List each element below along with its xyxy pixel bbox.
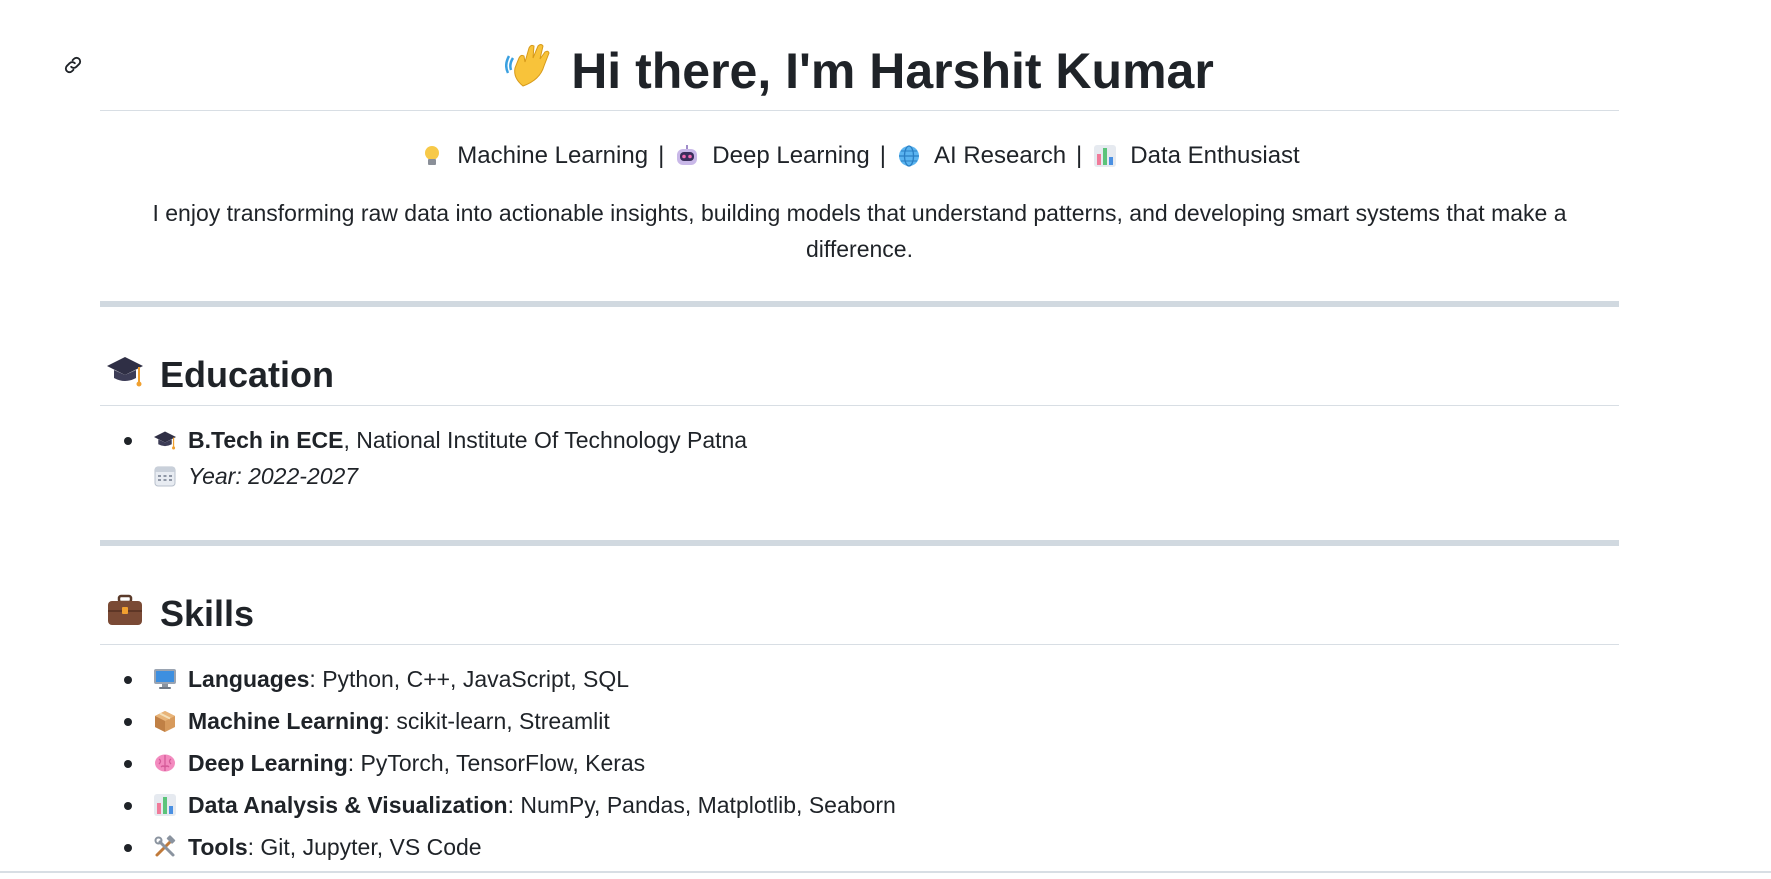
brain-icon (152, 750, 178, 776)
education-list: B.Tech in ECE, National Institute Of Tec… (100, 422, 1619, 494)
tools-icon (152, 834, 178, 860)
list-item: Machine Learning: scikit-learn, Streamli… (100, 703, 1619, 739)
link-icon[interactable] (60, 52, 86, 78)
list-item: Languages: Python, C++, JavaScript, SQL (100, 661, 1619, 697)
list-item: Deep Learning: PyTorch, TensorFlow, Kera… (100, 745, 1619, 781)
robot-icon (674, 143, 700, 169)
skills-heading-text: Skills (160, 593, 255, 634)
bar-chart-icon (1092, 143, 1118, 169)
package-icon (152, 708, 178, 734)
education-heading: Education (100, 345, 1619, 406)
skills-heading: Skills (100, 584, 1619, 645)
tagline-item-dl: Deep Learning | (674, 139, 886, 173)
tagline-item-data: Data Enthusiast (1092, 139, 1300, 173)
readme-content: Hi there, I'm Harshit Kumar Machine Lear… (100, 0, 1619, 871)
list-item: Data Analysis & Visualization: NumPy, Pa… (100, 787, 1619, 823)
viewport-bottom-border (0, 871, 1771, 873)
graduation-cap-icon (152, 427, 178, 453)
graduation-cap-icon (106, 353, 144, 398)
lightbulb-icon (419, 143, 445, 169)
institute-text: , National Institute Of Technology Patna (343, 427, 748, 453)
page-title-text: Hi there, I'm Harshit Kumar (571, 43, 1214, 99)
horizontal-rule (100, 540, 1619, 546)
list-item: Tools: Git, Jupyter, VS Code (100, 829, 1619, 865)
calendar-icon (152, 463, 178, 489)
waving-hand-icon (505, 42, 555, 108)
skills-list: Languages: Python, C++, JavaScript, SQL … (100, 661, 1619, 865)
horizontal-rule (100, 301, 1619, 307)
globe-icon (896, 143, 922, 169)
degree-label: B.Tech in ECE (188, 427, 344, 453)
intro-text: I enjoy transforming raw data into actio… (152, 200, 1567, 262)
briefcase-icon (106, 592, 144, 637)
bar-chart-icon (152, 792, 178, 818)
monitor-icon (152, 666, 178, 692)
year-text: Year: 2022-2027 (188, 463, 359, 489)
page-title: Hi there, I'm Harshit Kumar (100, 0, 1619, 111)
tagline: Machine Learning | Deep Learning | AI Re… (100, 139, 1619, 173)
tagline-item-ml: Machine Learning | (419, 139, 664, 173)
list-item: B.Tech in ECE, National Institute Of Tec… (100, 422, 1619, 494)
education-heading-text: Education (160, 354, 335, 395)
tagline-item-ai: AI Research | (896, 139, 1082, 173)
